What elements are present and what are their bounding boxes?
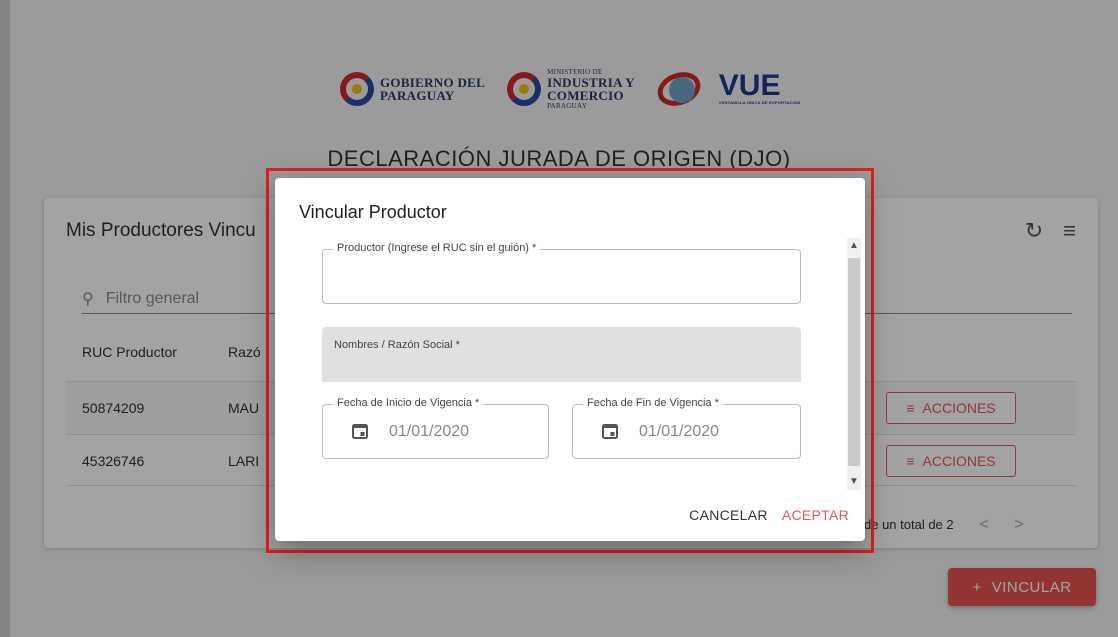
razon-social-label: Nombres / Razón Social *: [334, 339, 460, 351]
fecha-inicio-field[interactable]: Fecha de Inicio de Vigencia * 01/01/2020: [322, 397, 549, 459]
fecha-inicio-label: Fecha de Inicio de Vigencia *: [333, 397, 484, 409]
productor-field[interactable]: Productor (Ingrese el RUC sin el guión) …: [322, 242, 801, 304]
scroll-thumb[interactable]: [848, 258, 860, 466]
fecha-inicio-value: 01/01/2020: [389, 423, 470, 440]
dialog-title: Vincular Productor: [299, 202, 447, 222]
fecha-fin-label: Fecha de Fin de Vigencia *: [583, 397, 723, 409]
calendar-icon[interactable]: [351, 422, 369, 440]
productor-label: Productor (Ingrese el RUC sin el guión) …: [333, 242, 541, 254]
scroll-up-icon[interactable]: ▲: [847, 238, 861, 254]
scroll-down-icon[interactable]: ▼: [847, 474, 861, 490]
cancel-button[interactable]: CANCELAR: [689, 507, 768, 523]
dialog-actions: CANCELAR ACEPTAR: [689, 507, 849, 523]
razon-social-field: Nombres / Razón Social *: [322, 327, 801, 382]
accept-button[interactable]: ACEPTAR: [782, 507, 849, 523]
calendar-icon[interactable]: [601, 422, 619, 440]
dialog-scrollbar[interactable]: ▲ ▼: [847, 238, 861, 490]
vincular-productor-dialog: Vincular Productor Productor (Ingrese el…: [275, 178, 865, 541]
fecha-fin-value: 01/01/2020: [639, 423, 720, 440]
fecha-fin-field[interactable]: Fecha de Fin de Vigencia * 01/01/2020: [572, 397, 801, 459]
